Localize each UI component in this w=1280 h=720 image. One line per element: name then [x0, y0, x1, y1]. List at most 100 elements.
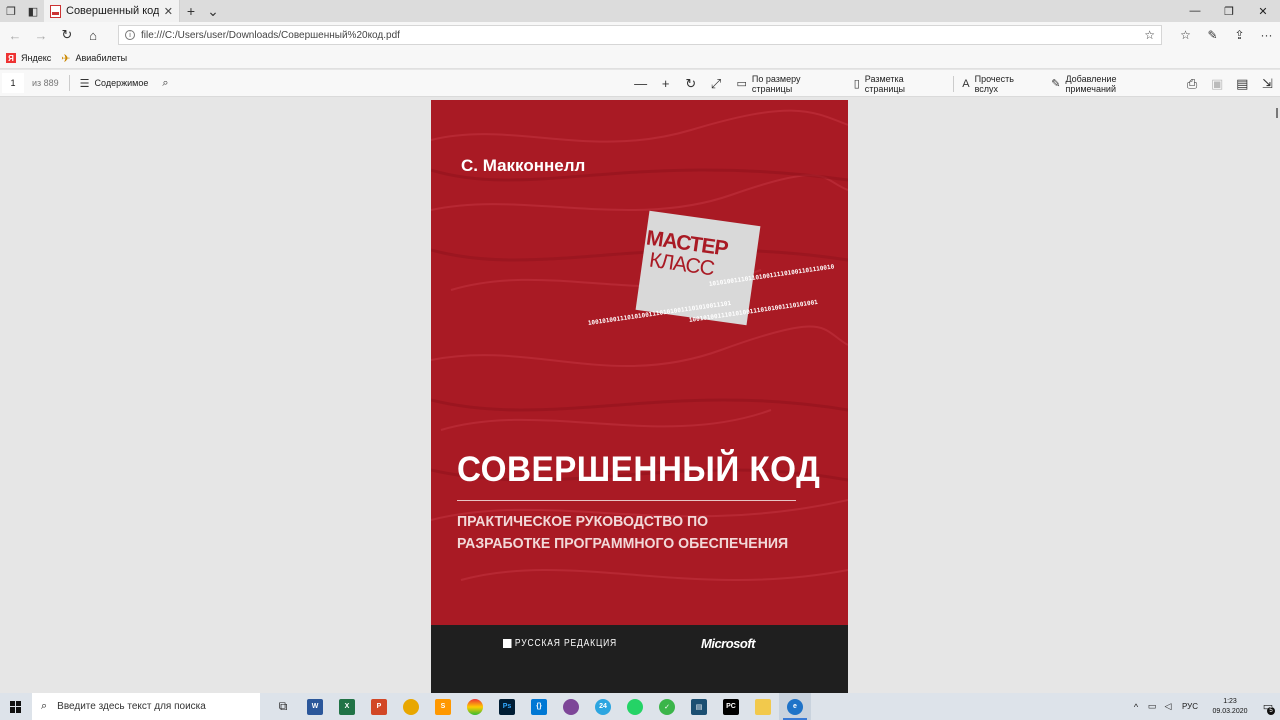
task-view-icon[interactable]: ⧉	[267, 693, 299, 720]
input-language[interactable]: РУС	[1182, 702, 1198, 711]
favorite-yandex[interactable]: Я Яндекс	[6, 53, 51, 63]
windows-logo-icon	[10, 700, 22, 713]
page-layout-icon: ▯	[853, 78, 860, 90]
read-aloud-button[interactable]: A Прочесть вслух	[962, 74, 1037, 94]
powerpoint-icon[interactable]: P	[363, 693, 395, 720]
pin-toolbar-icon[interactable]: ⇲	[1255, 76, 1280, 92]
windows-taskbar: ⌕ Введите здесь текст для поиска ⧉ W X P…	[0, 693, 1280, 720]
whatsapp-icon[interactable]	[619, 693, 651, 720]
tab-list-chevron-icon[interactable]: ⌄	[202, 0, 224, 22]
taskbar-apps: ⧉ W X P S Ps {} 24 ✓ ▤ PC e	[267, 693, 811, 720]
pdf-toolbar: 1 из 889 ☰ Содержимое ⌕ — + ↻ ⤢ ▭ По раз…	[0, 70, 1280, 97]
restore-icon[interactable]: ❐	[1212, 0, 1246, 22]
notification-count: 5	[1267, 707, 1275, 715]
tab-title: Совершенный код.pdf	[66, 5, 159, 17]
contents-label: Содержимое	[94, 78, 149, 88]
book-title: СОВЕРШЕННЫЙ КОД	[457, 450, 821, 489]
pycharm-icon[interactable]: PC	[715, 693, 747, 720]
clock[interactable]: 1:23 09.03.2020	[1204, 697, 1256, 717]
chrome-icon[interactable]	[395, 693, 427, 720]
toolbar-divider	[68, 75, 70, 91]
network-icon[interactable]: ▭	[1144, 701, 1160, 712]
chat-app-icon[interactable]: 24	[587, 693, 619, 720]
chevron-up-icon[interactable]: ^	[1128, 702, 1144, 712]
file-explorer-icon[interactable]	[747, 693, 779, 720]
rotate-icon[interactable]: ↻	[678, 76, 703, 92]
zoom-in-icon[interactable]: +	[653, 76, 678, 91]
sublime-icon[interactable]: S	[427, 693, 459, 720]
close-tab-icon[interactable]: ✕	[164, 5, 173, 18]
favorite-star-icon[interactable]: ☆	[1144, 28, 1155, 42]
find-button[interactable]: ⌕	[162, 77, 168, 90]
cover-footer: РУССКАЯ РЕДАКЦИЯ Microsoft	[431, 625, 848, 693]
search-icon: ⌕	[41, 700, 48, 712]
search-placeholder: Введите здесь текст для поиска	[57, 701, 206, 712]
forward-arrow-icon[interactable]: →	[28, 28, 54, 43]
taskbar-search[interactable]: ⌕ Введите здесь текст для поиска	[32, 693, 260, 720]
site-info-icon[interactable]: i	[125, 30, 135, 40]
edge-icon[interactable]: e	[779, 693, 811, 720]
minimize-icon[interactable]: —	[1178, 0, 1212, 22]
book-subtitle: ПРАКТИЧЕСКОЕ РУКОВОДСТВО ПО РАЗРАБОТКЕ П…	[457, 513, 789, 552]
share-icon[interactable]: ⇪	[1226, 22, 1253, 48]
fit-page-button[interactable]: ▭ По размеру страницы	[737, 74, 840, 94]
zoom-out-icon[interactable]: —	[628, 76, 653, 91]
print-icon[interactable]: ⎙	[1180, 76, 1205, 92]
system-tray: ^ ▭ ◁ РУС 1:23 09.03.2020 ▭5	[1128, 693, 1280, 720]
start-button[interactable]	[0, 693, 32, 720]
scrollbar-indicator[interactable]	[1276, 108, 1278, 118]
toolbar-divider	[953, 75, 955, 92]
save-as-icon[interactable]: ▤	[1230, 76, 1255, 92]
fit-page-icon: ▭	[736, 78, 747, 90]
home-icon[interactable]: ⌂	[80, 28, 106, 43]
word-icon[interactable]: W	[299, 693, 331, 720]
pdf-file-icon	[50, 4, 61, 18]
page-number-input[interactable]: 1	[2, 73, 24, 93]
window-controls: — ❐ ✕	[1178, 0, 1280, 22]
add-notes-label: Добавление примечаний	[1065, 73, 1117, 94]
photoshop-icon[interactable]: Ps	[491, 693, 523, 720]
navigation-bar: ← → ↻ ⌂ i file:///C:/Users/user/Download…	[0, 22, 1280, 48]
fullscreen-icon[interactable]: ⤢	[703, 76, 728, 92]
list-icon: ☰	[79, 77, 90, 90]
tab-manager-icon[interactable]: ❐	[0, 0, 22, 22]
volume-icon[interactable]: ◁	[1160, 701, 1176, 712]
search-icon: ⌕	[162, 76, 169, 89]
add-notes-button[interactable]: ✎ Добавление примечаний	[1051, 74, 1165, 94]
favorite-label: Авиабилеты	[75, 53, 128, 63]
color-app-icon[interactable]	[459, 693, 491, 720]
pen-icon[interactable]: ✎	[1199, 22, 1226, 48]
favorite-flights[interactable]: ✈ Авиабилеты	[61, 52, 127, 65]
pdf-page: С. Макконнелл МАСТЕР КЛАСС 1010100111011…	[431, 100, 848, 693]
favorites-hub-icon[interactable]: ☆	[1172, 22, 1199, 48]
vscode-icon[interactable]: {}	[523, 693, 555, 720]
pdf-viewer[interactable]: С. Макконнелл МАСТЕР КЛАСС 1010100111011…	[0, 97, 1280, 693]
fit-page-label: По размеру страницы	[751, 73, 801, 94]
address-bar[interactable]: i file:///C:/Users/user/Downloads/Соверш…	[118, 25, 1162, 45]
vpn-app-icon[interactable]: ✓	[651, 693, 683, 720]
excel-icon[interactable]: X	[331, 693, 363, 720]
close-window-icon[interactable]: ✕	[1246, 0, 1280, 22]
clock-date: 09.03.2020	[1212, 707, 1248, 715]
notepad-app-icon[interactable]: ▤	[683, 693, 715, 720]
more-icon[interactable]: ···	[1253, 22, 1280, 48]
favorite-label: Яндекс	[21, 53, 52, 63]
notification-center-icon[interactable]: ▭5	[1256, 693, 1280, 720]
page-layout-button[interactable]: ▯ Разметка страницы	[854, 74, 944, 94]
tab-preview-icon[interactable]: ◧	[22, 0, 44, 22]
favorites-bar: Я Яндекс ✈ Авиабилеты	[0, 48, 1280, 69]
plane-icon: ✈	[61, 52, 71, 65]
clock-time: 1:23	[1223, 697, 1237, 705]
browser-tab-active[interactable]: Совершенный код.pdf ✕	[44, 0, 180, 22]
publisher-logo: РУССКАЯ РЕДАКЦИЯ	[503, 638, 617, 649]
new-tab-icon[interactable]: +	[180, 0, 202, 22]
tor-icon[interactable]	[555, 693, 587, 720]
publisher-mark-icon	[503, 639, 512, 648]
refresh-icon[interactable]: ↻	[54, 27, 80, 43]
url-text[interactable]: file:///C:/Users/user/Downloads/Совершен…	[141, 30, 1138, 41]
contents-button[interactable]: ☰ Содержимое	[80, 77, 149, 90]
back-arrow-icon[interactable]: ←	[2, 28, 28, 43]
publisher-name: РУССКАЯ РЕДАКЦИЯ	[514, 638, 618, 649]
save-icon[interactable]: ▣	[1205, 76, 1230, 92]
book-author: С. Макконнелл	[461, 156, 586, 175]
